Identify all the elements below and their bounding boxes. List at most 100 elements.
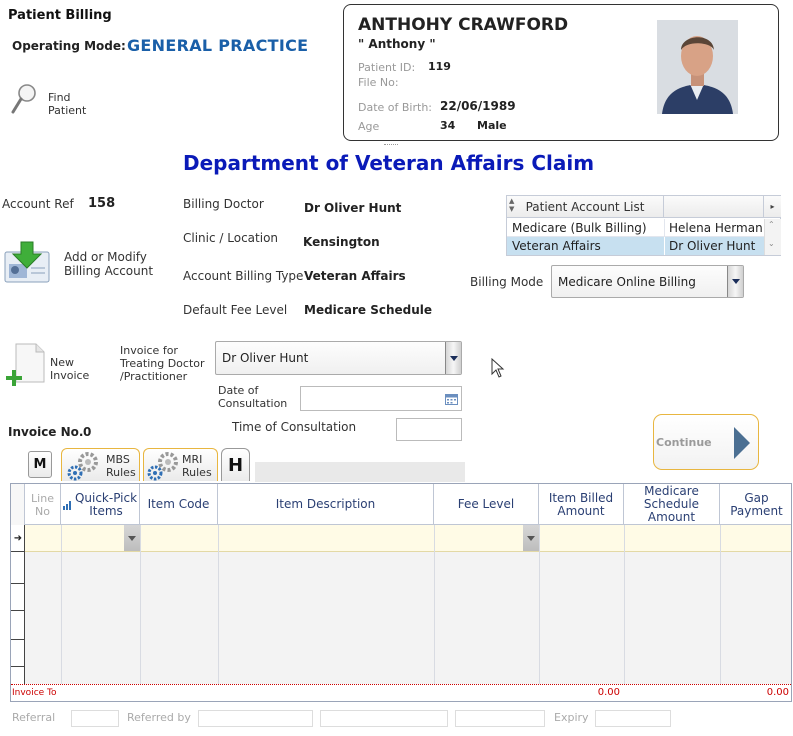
account-list-header[interactable]: Patient Account List (507, 196, 664, 218)
column-chooser-icon[interactable]: ▸ (764, 196, 781, 218)
find-patient-button[interactable]: Find Patient (10, 82, 100, 118)
invoice-number-label: Invoice No. (8, 425, 84, 439)
new-invoice-label-2: Invoice (50, 369, 90, 382)
tab-mri-label: MRI (182, 453, 203, 466)
account-doctor-cell: Helena Herman (669, 221, 763, 235)
gears-icon (147, 452, 178, 481)
referral-label: Referral (12, 711, 56, 724)
calendar-icon[interactable] (445, 393, 458, 405)
new-invoice-button[interactable]: New Invoice (6, 342, 106, 388)
invoice-total-label: Invoice To (12, 688, 57, 698)
col-header-item-billed[interactable]: Item Billed Amount (539, 484, 624, 525)
expiry-input[interactable] (595, 710, 671, 727)
account-list-header-2 (664, 196, 764, 218)
billing-doctor-label: Billing Doctor (183, 197, 264, 211)
col-header-line-no[interactable]: Line No (25, 484, 61, 525)
department-title: Department of Veteran Affairs Claim (183, 151, 595, 175)
grid-header: Line No Quick-Pick Items Item Code Item De… (11, 484, 791, 525)
account-doctor-cell: Dr Oliver Hunt (669, 239, 756, 253)
invoice-for-label-3: /Practitioner (120, 370, 188, 383)
sort-icon: ▲ ▼ (509, 197, 515, 213)
quick-pick-dropdown-button[interactable] (124, 525, 140, 551)
account-ref-value: 158 (88, 196, 116, 211)
time-consultation-label: Time of Consultation (232, 420, 357, 434)
referred-by-label: Referred by (127, 711, 191, 724)
tab-m[interactable]: M (28, 451, 52, 478)
arrow-right-icon (734, 427, 750, 459)
col-header-schedule-amount[interactable]: Medicare Schedule Amount (624, 484, 720, 525)
date-consultation-label-2: Consultation (218, 397, 288, 410)
tab-mri-label-2: Rules (182, 466, 212, 479)
time-consultation-input[interactable] (396, 418, 462, 441)
current-row-arrow-icon: ➜ (11, 525, 25, 552)
page-title: Patient Billing (8, 8, 112, 23)
invoice-total-row: Invoice To 0.00 0.00 (11, 684, 791, 701)
add-modify-label: Add or Modify (64, 250, 147, 264)
billing-type-value: Veteran Affairs (304, 269, 406, 283)
fee-level-value: Medicare Schedule (304, 303, 433, 317)
patient-card: ANTHOHY CRAWFORD " Anthony " Patient ID:… (343, 4, 779, 141)
invoice-total-gap: 0.00 (766, 687, 789, 698)
continue-button[interactable]: Continue (653, 414, 759, 470)
billing-doctor-value: Dr Oliver Hunt (304, 201, 402, 215)
chevron-down-icon[interactable] (445, 342, 461, 374)
clinic-label: Clinic / Location (183, 231, 279, 245)
invoice-for-label-2: Treating Doctor (120, 357, 205, 370)
fee-level-dropdown-button[interactable] (523, 525, 539, 551)
operating-mode-label: Operating Mode: (12, 39, 126, 53)
tab-mri-rules[interactable]: MRI Rules (143, 448, 218, 481)
dob-label: Date of Birth: (358, 101, 433, 114)
col-header-gap-payment[interactable]: Gap Payment (720, 484, 791, 525)
find-patient-label: Find (48, 91, 71, 104)
fee-level-label: Default Fee Level (183, 303, 288, 317)
tab-mbs-rules[interactable]: MBS Rules (61, 448, 140, 481)
col-header-fee-level[interactable]: Fee Level (434, 484, 539, 525)
gears-icon (67, 452, 98, 481)
expiry-label: Expiry (554, 711, 589, 724)
treating-doctor-value: Dr Oliver Hunt (222, 351, 309, 365)
date-consultation-input[interactable] (300, 386, 462, 411)
col-header-item-description[interactable]: Item Description (218, 484, 434, 525)
billing-type-label: Account Billing Type (183, 269, 304, 283)
invoice-number-value: 0 (83, 425, 92, 439)
age-label: Age (358, 120, 380, 133)
add-modify-billing-account-button[interactable]: Add or Modify Billing Account (3, 240, 153, 286)
col-header-quick-pick[interactable]: Quick-Pick Items (61, 484, 140, 525)
resize-grip[interactable] (384, 144, 398, 147)
patient-photo (657, 20, 738, 114)
invoice-items-grid: Line No Quick-Pick Items Item Code Item De… (10, 483, 792, 702)
referral-date-input[interactable] (455, 710, 545, 727)
row-selector-column: ➜ (11, 525, 25, 685)
file-no-label: File No: (358, 76, 399, 89)
age-value: 34 (440, 119, 456, 132)
account-list-row[interactable]: Medicare (Bulk Billing) Helena Herman (507, 219, 764, 237)
row-selector-header (11, 484, 25, 525)
billing-mode-dropdown[interactable]: Medicare Online Billing (551, 265, 744, 298)
date-consultation-label: Date of (218, 384, 259, 397)
referral-input[interactable] (71, 710, 119, 727)
referral-provider-input[interactable] (320, 710, 448, 727)
operating-mode-value: GENERAL PRACTICE (127, 36, 309, 55)
tab-h[interactable]: H (221, 448, 250, 481)
patient-name: ANTHOHY CRAWFORD (358, 15, 569, 35)
billing-account-icon (4, 241, 50, 283)
referred-by-input[interactable] (198, 710, 313, 727)
account-list-row-selected[interactable]: Veteran Affairs Dr Oliver Hunt (507, 237, 764, 255)
dob-value: 22/06/1989 (440, 99, 516, 113)
add-modify-label-2: Billing Account (64, 264, 154, 278)
col-header-item-code[interactable]: Item Code (140, 484, 218, 525)
account-list-scrollbar[interactable]: ⌃ ⌄ (764, 219, 781, 255)
account-type-cell: Medicare (Bulk Billing) (512, 221, 647, 235)
patient-nickname: " Anthony " (358, 37, 436, 51)
patient-id-value: 119 (428, 60, 451, 73)
treating-doctor-dropdown[interactable]: Dr Oliver Hunt (215, 341, 462, 375)
patient-account-list: Patient Account List ▲ ▼ ▸ Medicare (Bulk… (506, 195, 781, 256)
new-invoice-label: New (50, 356, 74, 369)
patient-id-label: Patient ID: (358, 61, 416, 74)
chevron-down-icon[interactable] (727, 266, 743, 297)
account-ref-label: Account Ref (2, 197, 74, 211)
new-document-icon (6, 343, 45, 386)
tab-strip-filler (255, 462, 465, 482)
bar-chart-icon (62, 500, 71, 510)
find-patient-label-2: Patient (48, 104, 87, 117)
